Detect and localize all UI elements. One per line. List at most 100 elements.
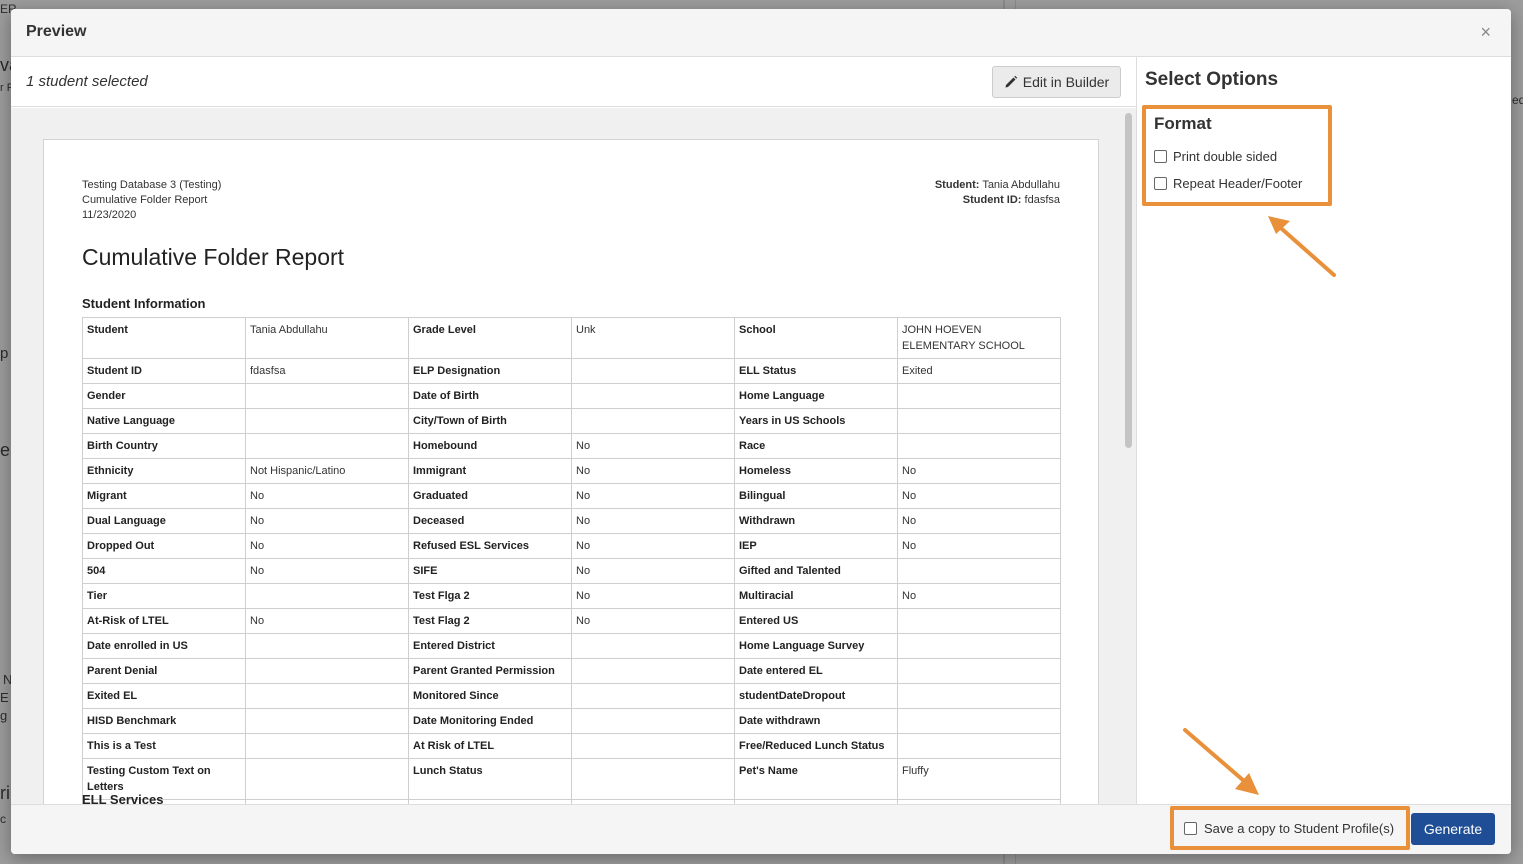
field-label: Parent Denial <box>82 658 246 684</box>
field-label: Refused ESL Services <box>408 533 572 559</box>
field-value: No <box>571 533 735 559</box>
preview-toolbar: 1 student selected Edit in Builder <box>11 57 1136 107</box>
modal-footer: Save a copy to Student Profile(s) Genera… <box>11 728 1511 854</box>
save-copy-option[interactable]: Save a copy to Student Profile(s) <box>1170 806 1410 850</box>
field-label: Withdrawn <box>734 508 898 534</box>
report-title: Cumulative Folder Report <box>82 244 345 270</box>
field-label: Ethnicity <box>82 458 246 484</box>
table-row: Exited EL Monitored Since studentDateDropo… <box>82 683 1061 709</box>
edit-in-builder-label: Edit in Builder <box>1022 74 1110 90</box>
field-value <box>245 658 409 684</box>
field-value: No <box>571 508 735 534</box>
field-label: ELL Status <box>734 358 898 384</box>
field-label: Immigrant <box>408 458 572 484</box>
pencil-icon <box>1005 75 1017 88</box>
field-value <box>571 733 735 759</box>
field-label: Monitored Since <box>408 683 572 709</box>
options-pane: Select Options Format Print double sided… <box>1136 57 1511 804</box>
field-value <box>897 733 1061 759</box>
field-value: No <box>897 583 1061 609</box>
format-section: Format Print double sided Repeat Header/… <box>1142 105 1332 206</box>
generate-button[interactable]: Generate <box>1411 813 1495 845</box>
table-row: Parent Denial Parent Granted Permission Da… <box>82 658 1061 684</box>
database-name: Testing Database 3 (Testing) <box>82 179 222 191</box>
field-value <box>245 383 409 409</box>
format-title: Format <box>1154 114 1212 133</box>
selection-count: 1 student selected <box>26 73 148 90</box>
field-label: Exited EL <box>82 683 246 709</box>
field-value: No <box>897 483 1061 509</box>
print-double-sided-option[interactable]: Print double sided <box>1154 149 1277 164</box>
repeat-header-footer-checkbox[interactable] <box>1154 177 1167 190</box>
field-value: No <box>571 608 735 634</box>
scrollbar-thumb[interactable] <box>1125 113 1132 448</box>
edit-in-builder-button[interactable]: Edit in Builder <box>992 66 1121 98</box>
field-label: Date entered EL <box>734 658 898 684</box>
report-meta: Testing Database 3 (Testing) Cumulative … <box>82 178 221 223</box>
student-id: fdasfsa <box>1024 194 1060 206</box>
field-label: Parent Granted Permission <box>408 658 572 684</box>
options-title: Select Options <box>1145 69 1279 90</box>
repeat-header-footer-option[interactable]: Repeat Header/Footer <box>1154 176 1302 191</box>
field-value: No <box>571 583 735 609</box>
table-row: Ethnicity Not Hispanic/Latino Immigrant No H… <box>82 458 1061 484</box>
field-value <box>897 408 1061 434</box>
field-value <box>245 708 409 734</box>
student-header: Student: Tania Abdullahu Student ID: fda… <box>935 178 1060 208</box>
field-label: ELP Designation <box>408 358 572 384</box>
field-value: No <box>245 483 409 509</box>
arrow-annotation-icon <box>1268 216 1336 277</box>
field-value: No <box>245 533 409 559</box>
repeat-header-footer-label: Repeat Header/Footer <box>1173 176 1303 191</box>
field-value <box>571 358 735 384</box>
field-value <box>897 608 1061 634</box>
field-value: No <box>897 458 1061 484</box>
field-value <box>897 683 1061 709</box>
field-value: No <box>571 483 735 509</box>
field-label: Home Language Survey <box>734 633 898 659</box>
field-label: Date withdrawn <box>734 708 898 734</box>
field-value: No <box>245 508 409 534</box>
table-row: Student Tania Abdullahu Grade Level Unk Scho… <box>82 317 1061 359</box>
field-value: Not Hispanic/Latino <box>245 458 409 484</box>
field-value <box>897 708 1061 734</box>
table-row: This is a Test At Risk of LTEL Free/Reduce… <box>82 733 1061 759</box>
field-value <box>897 558 1061 584</box>
table-row: Testing Custom Text on Letters Lunch Stat… <box>82 758 1061 800</box>
field-value: JOHN HOEVEN ELEMENTARY SCHOOL <box>897 317 1061 359</box>
field-value: No <box>897 533 1061 559</box>
field-label: Test Flag 2 <box>408 608 572 634</box>
table-row: Dropped Out No Refused ESL Services No IEP No <box>82 533 1061 559</box>
field-value: No <box>571 433 735 459</box>
section-title-ell-services: ELL Services <box>82 792 164 804</box>
field-label: Bilingual <box>734 483 898 509</box>
modal-title: Preview <box>26 23 87 40</box>
table-row: Dual Language No Deceased No Withdrawn No <box>82 508 1061 534</box>
field-label: Homeless <box>734 458 898 484</box>
field-value: No <box>571 458 735 484</box>
field-label: Test Flga 2 <box>408 583 572 609</box>
field-value: Unk <box>571 317 735 359</box>
close-icon[interactable]: × <box>1480 22 1491 42</box>
report-preview[interactable]: Testing Database 3 (Testing) Cumulative … <box>11 108 1136 804</box>
field-label: Entered District <box>408 633 572 659</box>
field-value <box>571 383 735 409</box>
preview-scrollbar[interactable] <box>1122 108 1136 804</box>
field-label: SIFE <box>408 558 572 584</box>
field-label: Deceased <box>408 508 572 534</box>
field-label: Pet's Name <box>734 758 898 800</box>
field-value: No <box>571 558 735 584</box>
field-value <box>571 658 735 684</box>
table-row: Gender Date of Birth Home Language <box>82 383 1061 409</box>
field-label: Race <box>734 433 898 459</box>
student-info-table: Student Tania Abdullahu Grade Level Unk Scho… <box>82 317 1061 804</box>
save-copy-checkbox[interactable] <box>1184 821 1197 835</box>
field-label: Grade Level <box>408 317 572 359</box>
table-row: Birth Country Homebound No Race <box>82 433 1061 459</box>
section-title-student-info: Student Information <box>82 296 206 311</box>
print-double-sided-checkbox[interactable] <box>1154 150 1167 163</box>
table-row: 504 No SIFE No Gifted and Talented <box>82 558 1061 584</box>
field-value <box>571 408 735 434</box>
field-label: Years in US Schools <box>734 408 898 434</box>
table-row: Native Language City/Town of Birth Years i… <box>82 408 1061 434</box>
